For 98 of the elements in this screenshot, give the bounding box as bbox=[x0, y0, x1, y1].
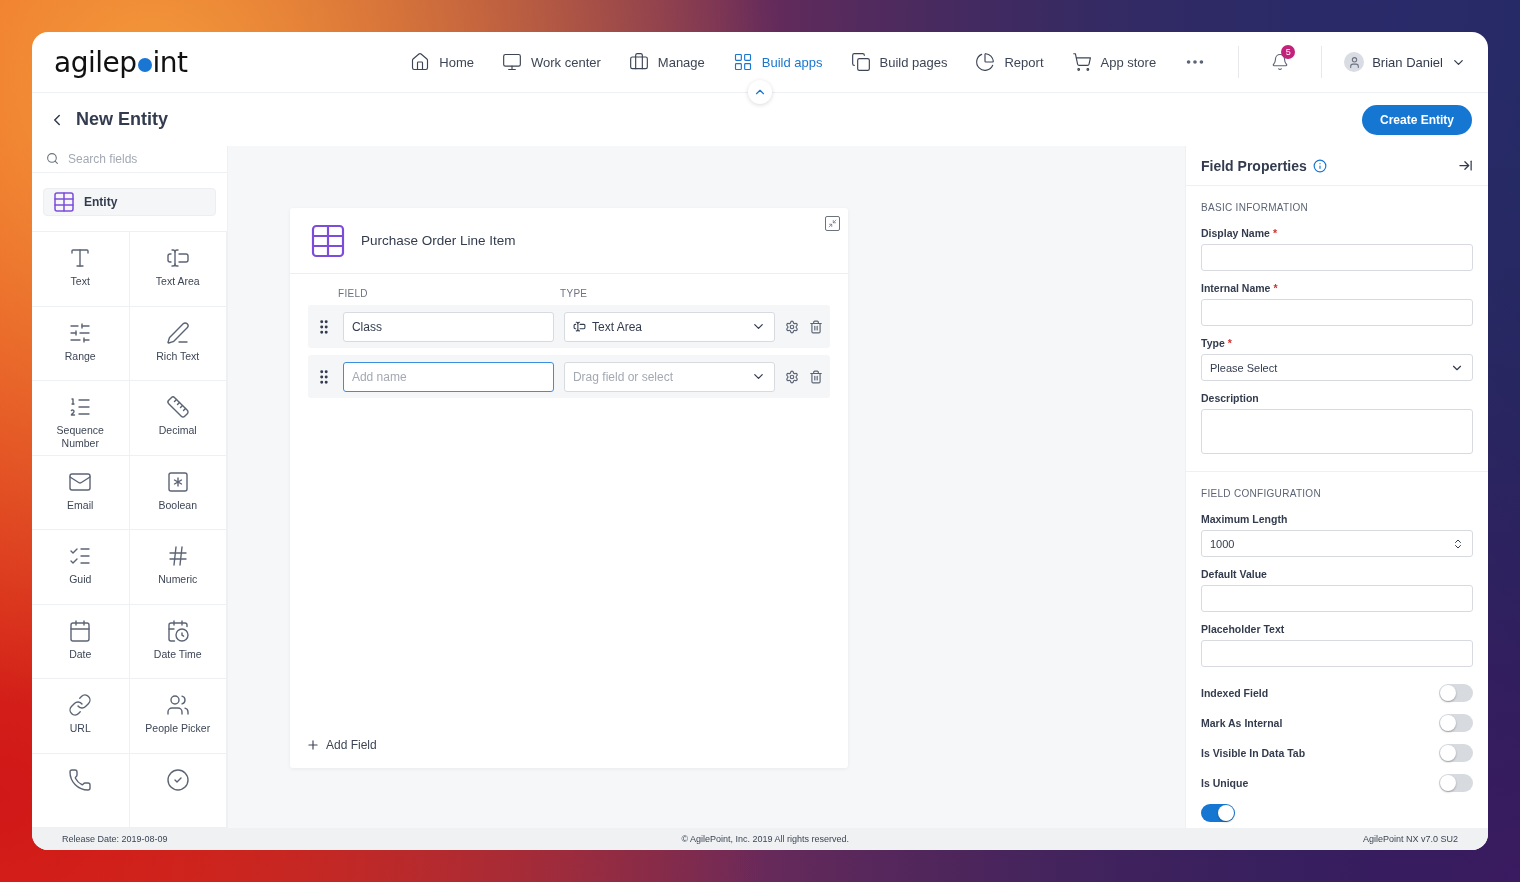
pie-chart-icon bbox=[975, 52, 996, 72]
search-icon bbox=[46, 152, 59, 166]
delete-button[interactable] bbox=[809, 319, 823, 334]
panel-title: Field Properties bbox=[1201, 157, 1307, 174]
stepper-icon[interactable] bbox=[1452, 537, 1464, 550]
delete-button[interactable] bbox=[809, 369, 823, 384]
text-cursor-icon bbox=[572, 320, 586, 333]
text-field[interactable] bbox=[1201, 299, 1473, 326]
create-entity-button[interactable]: Create Entity bbox=[1361, 104, 1472, 135]
settings-button[interactable] bbox=[785, 319, 799, 334]
briefcase-icon bbox=[628, 52, 649, 72]
pen-icon bbox=[165, 320, 190, 345]
minimize-button[interactable] bbox=[825, 216, 840, 231]
type-select[interactable]: Text Area bbox=[563, 311, 775, 342]
check-circle-icon bbox=[165, 767, 190, 792]
field-label: Is Visible In Data Tab bbox=[1201, 747, 1306, 759]
notification-badge: 5 bbox=[1281, 45, 1296, 59]
monitor-icon bbox=[502, 52, 522, 72]
ruler-icon bbox=[165, 395, 190, 419]
field-type-tile[interactable]: Date bbox=[32, 604, 130, 679]
field-type-tile[interactable]: Rich Text bbox=[129, 306, 227, 381]
copyright: © AgilePoint, Inc. 2019 All rights reserved. bbox=[681, 834, 850, 844]
toggle-switch[interactable] bbox=[1439, 744, 1473, 762]
bell-icon[interactable] bbox=[1271, 53, 1290, 71]
collapse-panel-icon[interactable] bbox=[1458, 158, 1473, 173]
field-type-tile[interactable]: Date Time bbox=[129, 604, 227, 679]
field-label: Maximum Length bbox=[1201, 513, 1289, 525]
nav-item[interactable]: Report bbox=[975, 52, 1044, 72]
settings-button[interactable] bbox=[785, 369, 799, 384]
field-type-tile[interactable]: URL bbox=[32, 679, 130, 754]
info-icon[interactable] bbox=[1312, 158, 1327, 173]
text-field[interactable] bbox=[1201, 640, 1473, 667]
grid-icon bbox=[732, 52, 753, 72]
link-icon bbox=[68, 693, 93, 717]
required-mark: * bbox=[1272, 227, 1277, 239]
avatar-icon bbox=[1344, 52, 1365, 72]
nav-item[interactable]: Work center bbox=[502, 52, 601, 72]
column-header: FIELD bbox=[338, 288, 369, 299]
toggle-switch[interactable] bbox=[1439, 714, 1473, 732]
logo: agilep int bbox=[54, 45, 188, 79]
calendar-clock-icon bbox=[165, 618, 190, 643]
section-heading: BASIC INFORMATION bbox=[1201, 202, 1310, 213]
nav-item[interactable]: Home bbox=[410, 52, 474, 72]
field-type-tile[interactable]: Guid bbox=[32, 530, 130, 605]
card-title: Purchase Order Line Item bbox=[361, 233, 516, 248]
user-menu[interactable]: Brian Daniel bbox=[1344, 52, 1466, 72]
collapse-button[interactable] bbox=[748, 80, 772, 104]
nav-item[interactable]: Build apps bbox=[732, 52, 823, 72]
text-field[interactable] bbox=[1201, 244, 1473, 271]
field-type-tile[interactable]: Sequence Number bbox=[32, 381, 130, 456]
field-name-input[interactable]: Class bbox=[342, 311, 554, 342]
nav-item[interactable]: Build pages bbox=[850, 52, 948, 72]
people-icon bbox=[165, 693, 190, 717]
field-type-tile[interactable]: Text Area bbox=[129, 232, 227, 307]
toggle-switch[interactable] bbox=[1201, 804, 1235, 822]
number-field[interactable]: 1000 bbox=[1201, 530, 1473, 557]
sliders-icon bbox=[68, 320, 93, 345]
column-header: TYPE bbox=[560, 288, 589, 299]
phone-icon bbox=[68, 767, 93, 792]
field-label: Description bbox=[1201, 392, 1260, 404]
nav-item[interactable]: Manage bbox=[628, 52, 705, 72]
release-date: Release Date: 2019-08-09 bbox=[62, 834, 168, 844]
field-type-tile[interactable]: Email bbox=[32, 455, 130, 530]
required-mark: * bbox=[1227, 337, 1232, 349]
version: AgilePoint NX v7.0 SU2 bbox=[1362, 834, 1458, 844]
table-icon bbox=[52, 189, 76, 214]
home-icon bbox=[410, 52, 431, 72]
field-label: Display Name * bbox=[1201, 227, 1278, 239]
toggle-switch[interactable] bbox=[1439, 684, 1473, 702]
field-label: Indexed Field bbox=[1201, 687, 1269, 699]
field-type-tile[interactable]: Numeric bbox=[129, 530, 227, 605]
section-heading: FIELD CONFIGURATION bbox=[1201, 488, 1322, 499]
text-field[interactable] bbox=[1201, 585, 1473, 612]
required-mark: * bbox=[1273, 282, 1278, 294]
field-label: Internal Name * bbox=[1201, 282, 1279, 294]
field-label: Is Unique bbox=[1201, 777, 1249, 789]
copy-icon bbox=[850, 52, 871, 72]
field-label: Mark As Internal bbox=[1201, 717, 1283, 729]
field-label: Type * bbox=[1201, 337, 1233, 349]
entity-item[interactable]: Entity bbox=[43, 187, 216, 216]
calendar-icon bbox=[68, 618, 93, 643]
add-field-button[interactable]: Add Field bbox=[306, 738, 377, 752]
text-cursor-icon bbox=[165, 246, 190, 270]
cart-icon bbox=[1071, 52, 1092, 72]
page-title: New Entity bbox=[76, 109, 168, 130]
field-type-tile[interactable]: Text bbox=[32, 232, 130, 307]
field-type-tile[interactable]: Range bbox=[32, 306, 130, 381]
numbered-list-icon bbox=[68, 395, 93, 419]
field-name-input[interactable]: Add name bbox=[342, 361, 554, 392]
nav-item[interactable]: App store bbox=[1071, 52, 1157, 72]
toggle-switch[interactable] bbox=[1439, 774, 1473, 792]
field-type-tile[interactable]: Decimal bbox=[129, 381, 227, 456]
field-type-tile[interactable]: People Picker bbox=[129, 679, 227, 754]
field-type-tile[interactable]: Boolean bbox=[129, 455, 227, 530]
plus-icon bbox=[306, 738, 320, 752]
field-label: Placeholder Text bbox=[1201, 623, 1286, 635]
select-field[interactable]: Please Select bbox=[1201, 354, 1473, 381]
field-label: Default Value bbox=[1201, 568, 1268, 580]
